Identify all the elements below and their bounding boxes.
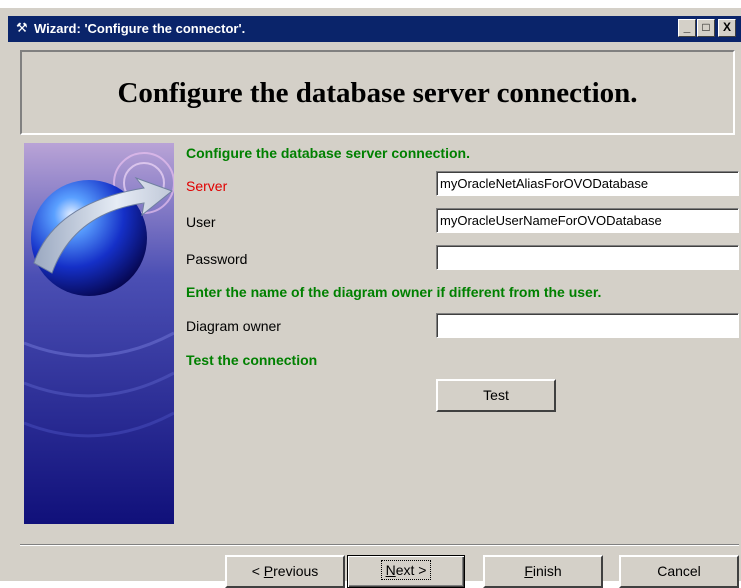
owner-label: Diagram owner <box>186 318 281 334</box>
owner-field[interactable] <box>436 313 739 338</box>
previous-hotkey: P <box>263 563 274 579</box>
page-title: Configure the database server connection… <box>117 77 638 109</box>
cancel-button[interactable]: Cancel <box>619 555 739 588</box>
test-title: Test the connection <box>186 352 318 368</box>
cancel-button-label: Cancel <box>657 563 701 579</box>
server-field[interactable]: myOracleNetAliasForOVODatabase <box>436 171 739 196</box>
test-button[interactable]: Test <box>436 379 556 412</box>
previous-rest: revious <box>273 563 319 579</box>
title-bar[interactable]: ⚒ Wizard: 'Configure the connector'. _ □… <box>8 16 741 42</box>
window-title: Wizard: 'Configure the connector'. <box>34 21 246 36</box>
user-field[interactable]: myOracleUserNameForOVODatabase <box>436 208 739 233</box>
close-button[interactable]: X <box>718 19 736 37</box>
next-rest: ext > <box>395 562 427 578</box>
wizard-header: Configure the database server connection… <box>20 50 735 135</box>
finish-rest: inish <box>532 563 562 579</box>
previous-prefix: < <box>251 563 264 579</box>
server-label: Server <box>186 178 228 194</box>
previous-button[interactable]: < Previous <box>225 555 345 588</box>
password-label: Password <box>186 251 248 267</box>
previous-button-label: < Previous <box>252 557 319 586</box>
user-label: User <box>186 214 216 230</box>
test-button-label: Test <box>483 387 509 403</box>
finish-button-label: Finish <box>524 557 561 586</box>
next-button-label: Next > <box>380 560 432 580</box>
password-field[interactable] <box>436 245 739 270</box>
owner-note: Enter the name of the diagram owner if d… <box>186 284 602 300</box>
globe-arrow-illustration <box>24 143 174 524</box>
next-button[interactable]: Next > <box>347 555 465 588</box>
section-title: Configure the database server connection… <box>186 145 470 161</box>
finish-hotkey: F <box>524 563 533 579</box>
next-hotkey: N <box>385 562 396 578</box>
wizard-window: ⚒ Wizard: 'Configure the connector'. _ □… <box>0 0 741 588</box>
finish-button[interactable]: Finish <box>483 555 603 588</box>
maximize-button[interactable]: □ <box>697 19 715 37</box>
wand-icon: ⚒ <box>16 20 28 35</box>
minimize-button[interactable]: _ <box>678 19 696 37</box>
footer-separator <box>20 544 739 546</box>
wizard-side-image <box>24 143 174 524</box>
